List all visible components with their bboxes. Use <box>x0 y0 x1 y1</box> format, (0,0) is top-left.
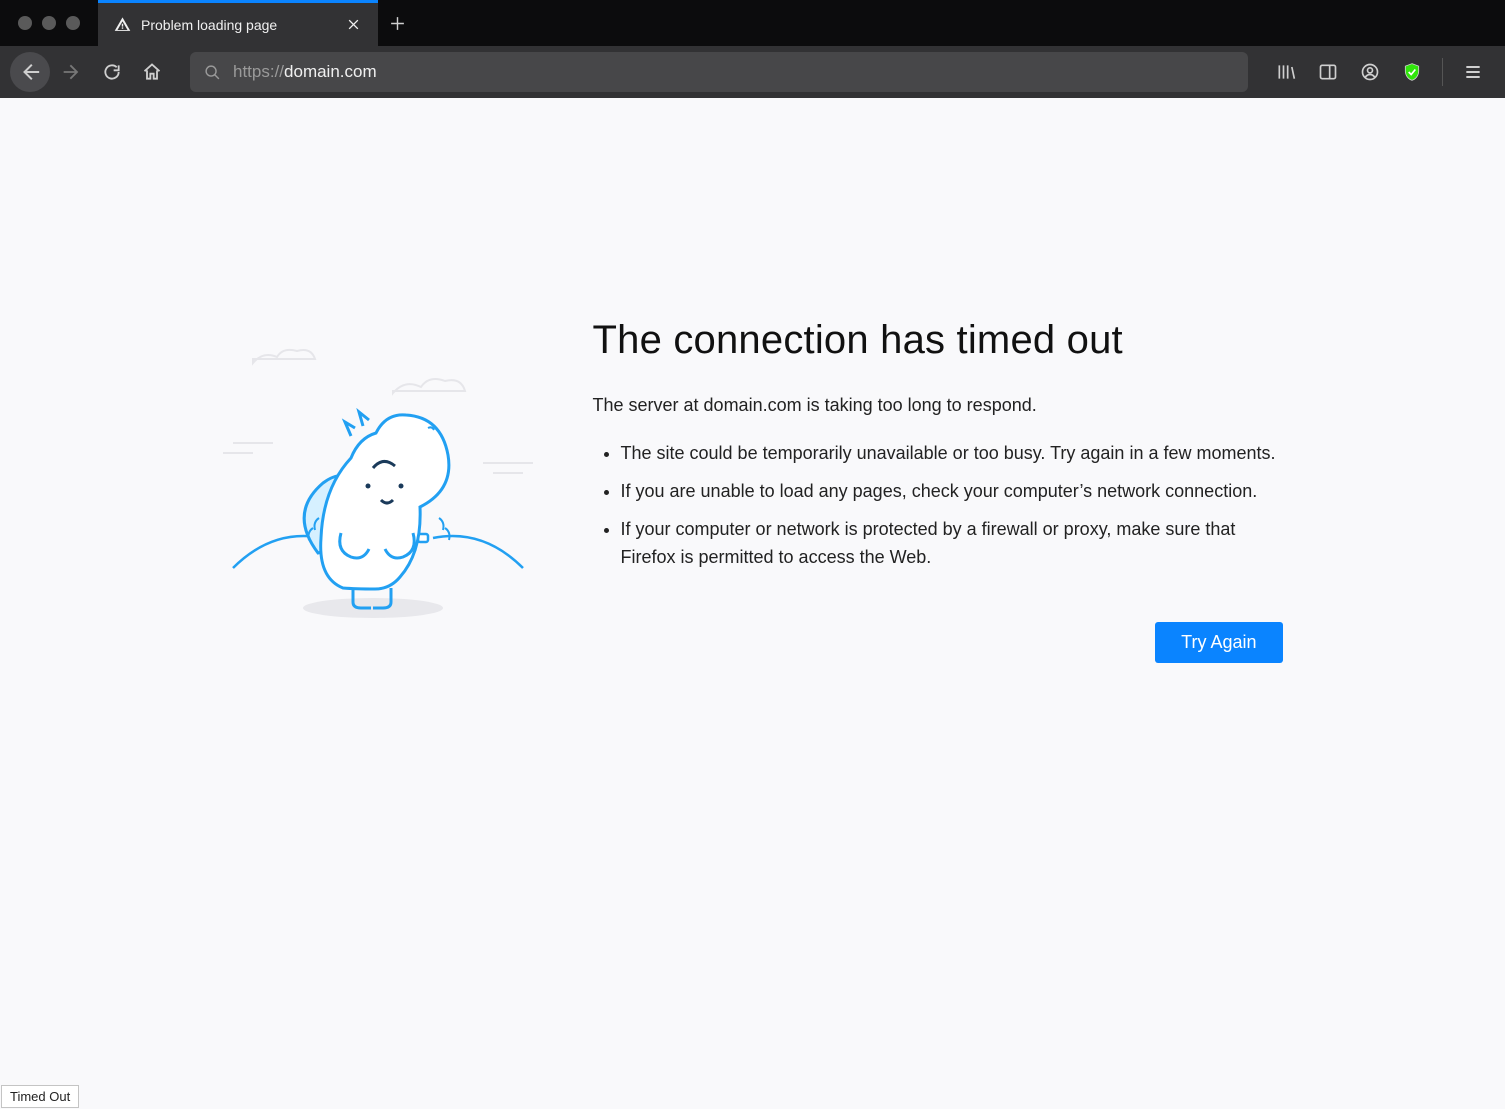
warning-icon <box>114 16 131 33</box>
search-icon <box>204 64 221 81</box>
error-container: The connection has timed out The server … <box>223 318 1283 663</box>
close-tab-icon[interactable] <box>343 14 364 35</box>
error-bullet: If your computer or network is protected… <box>621 516 1283 572</box>
window-zoom-dot[interactable] <box>66 16 80 30</box>
error-bullet: The site could be temporarily unavailabl… <box>621 440 1283 468</box>
titlebar: Problem loading page <box>0 0 1505 46</box>
url-host: domain.com <box>284 62 377 82</box>
shield-icon[interactable] <box>1394 54 1430 90</box>
back-button[interactable] <box>10 52 50 92</box>
error-illustration <box>223 318 543 638</box>
try-again-button[interactable]: Try Again <box>1155 622 1282 663</box>
tab-title: Problem loading page <box>141 17 277 33</box>
window-minimize-dot[interactable] <box>42 16 56 30</box>
window-close-dot[interactable] <box>18 16 32 30</box>
new-tab-button[interactable] <box>378 0 416 46</box>
forward-button[interactable] <box>54 54 90 90</box>
account-icon[interactable] <box>1352 54 1388 90</box>
browser-tab[interactable]: Problem loading page <box>98 0 378 46</box>
reload-button[interactable] <box>94 54 130 90</box>
menu-button[interactable] <box>1455 54 1491 90</box>
toolbar-divider <box>1442 58 1443 86</box>
status-tooltip: Timed Out <box>1 1085 79 1108</box>
error-text: The connection has timed out The server … <box>593 318 1283 663</box>
error-suggestions: The site could be temporarily unavailabl… <box>593 440 1283 572</box>
sidebar-icon[interactable] <box>1310 54 1346 90</box>
toolbar-right <box>1268 54 1495 90</box>
toolbar: https://domain.com <box>0 46 1505 98</box>
error-subheading: The server at domain.com is taking too l… <box>593 395 1283 416</box>
library-icon[interactable] <box>1268 54 1304 90</box>
page-content: The connection has timed out The server … <box>0 98 1505 1109</box>
home-button[interactable] <box>134 54 170 90</box>
browser-chrome: Problem loading page https://domain.com <box>0 0 1505 98</box>
window-controls <box>0 0 98 46</box>
url-bar[interactable]: https://domain.com <box>190 52 1248 92</box>
url-scheme: https:// <box>233 62 284 82</box>
error-bullet: If you are unable to load any pages, che… <box>621 478 1283 506</box>
error-heading: The connection has timed out <box>593 318 1283 363</box>
